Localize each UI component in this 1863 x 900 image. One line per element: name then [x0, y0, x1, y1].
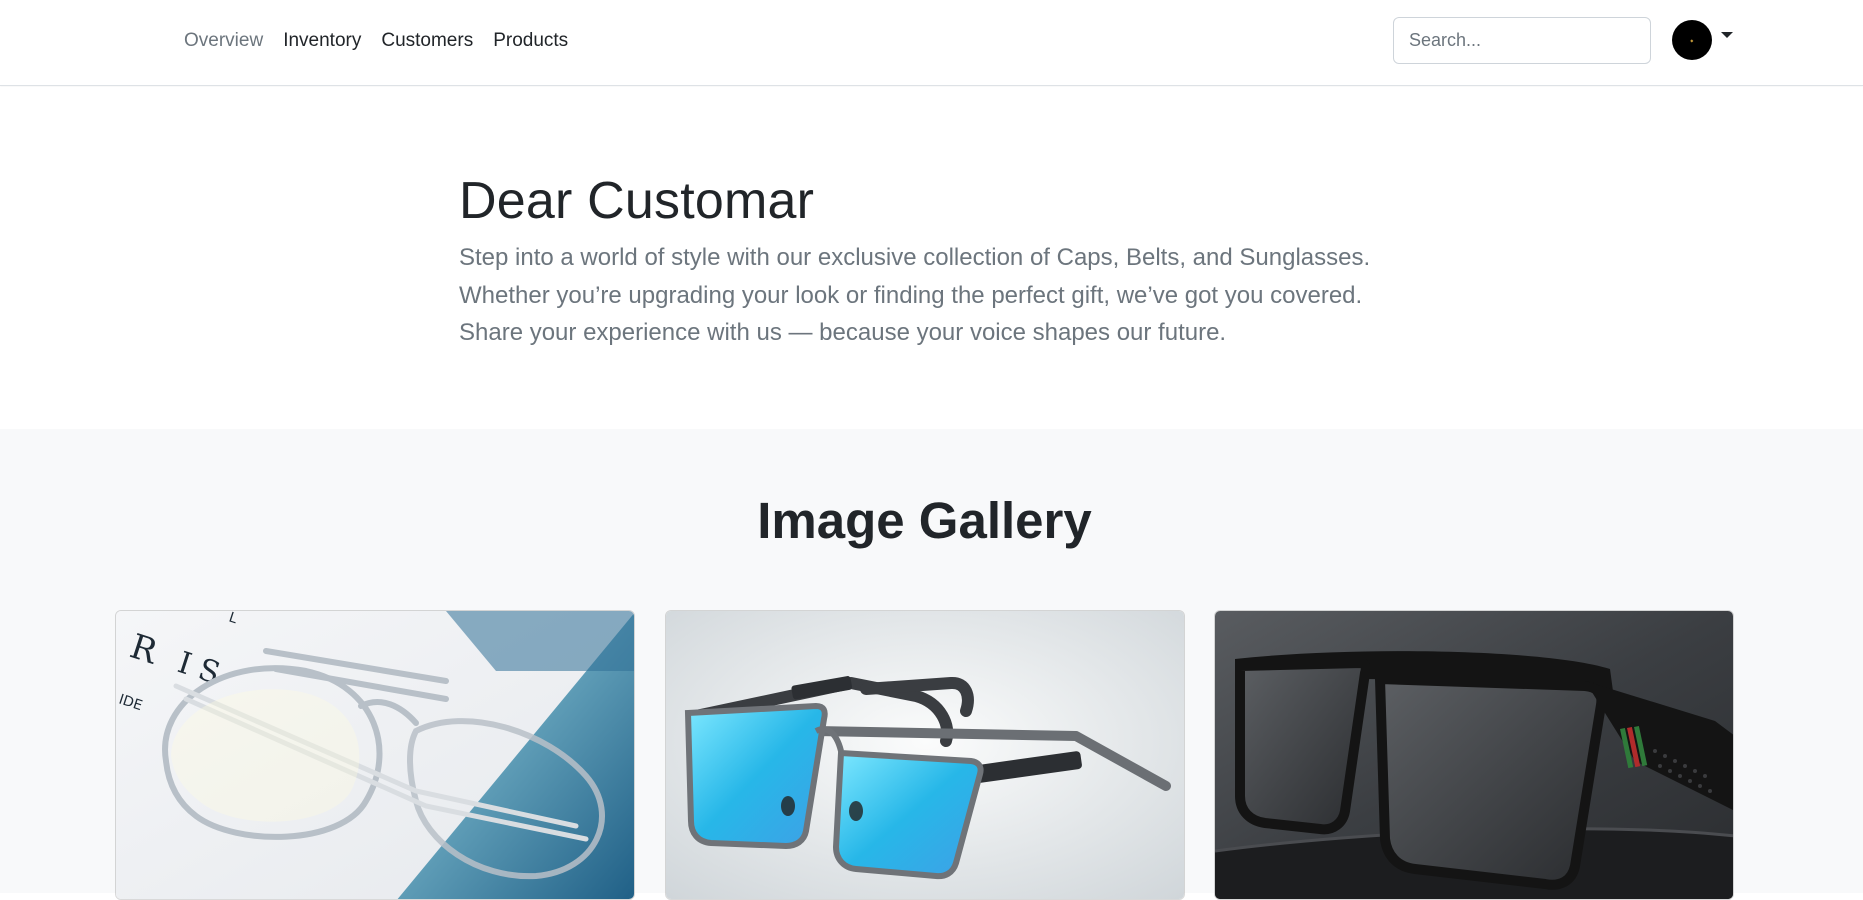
hero-title: Dear Customar: [459, 172, 815, 230]
user-menu-toggle[interactable]: ◆: [1672, 20, 1733, 60]
hero-line: Whether you’re upgrading your look or fi…: [459, 281, 1363, 309]
brand-logo-icon: ◆: [1690, 37, 1694, 43]
clear-aviator-eyeglasses-image: R I S IDE L: [116, 611, 634, 899]
top-navbar: Overview Inventory Customers Products ◆: [0, 0, 1863, 86]
hero-section: Dear Customar Step into a world of style…: [0, 87, 1863, 429]
blue-mirrored-sunglasses-image: [666, 611, 1184, 899]
gallery-card[interactable]: [1214, 610, 1734, 900]
nav-link-overview[interactable]: Overview: [174, 28, 273, 54]
black-square-sunglasses-image: [1215, 611, 1733, 899]
nav-link-products[interactable]: Products: [483, 28, 578, 54]
hero-lead: Step into a world of style with our excl…: [459, 239, 1439, 352]
hero-line: Share your experience with us — because …: [459, 319, 1227, 346]
gallery-card[interactable]: R I S IDE L: [115, 610, 635, 900]
nav-link-customers[interactable]: Customers: [371, 28, 483, 54]
gallery-section: Image Gallery R I S IDE L: [0, 429, 1863, 900]
hero-line: Step into a world of style with our excl…: [459, 244, 1371, 271]
avatar[interactable]: ◆: [1672, 20, 1712, 60]
nav-links: Overview Inventory Customers Products: [174, 28, 578, 54]
caret-down-icon[interactable]: [1721, 32, 1733, 38]
search-input[interactable]: [1393, 17, 1651, 64]
gallery-title: Image Gallery: [757, 492, 1092, 549]
gallery-card[interactable]: [665, 610, 1185, 900]
nav-link-inventory[interactable]: Inventory: [273, 28, 371, 54]
